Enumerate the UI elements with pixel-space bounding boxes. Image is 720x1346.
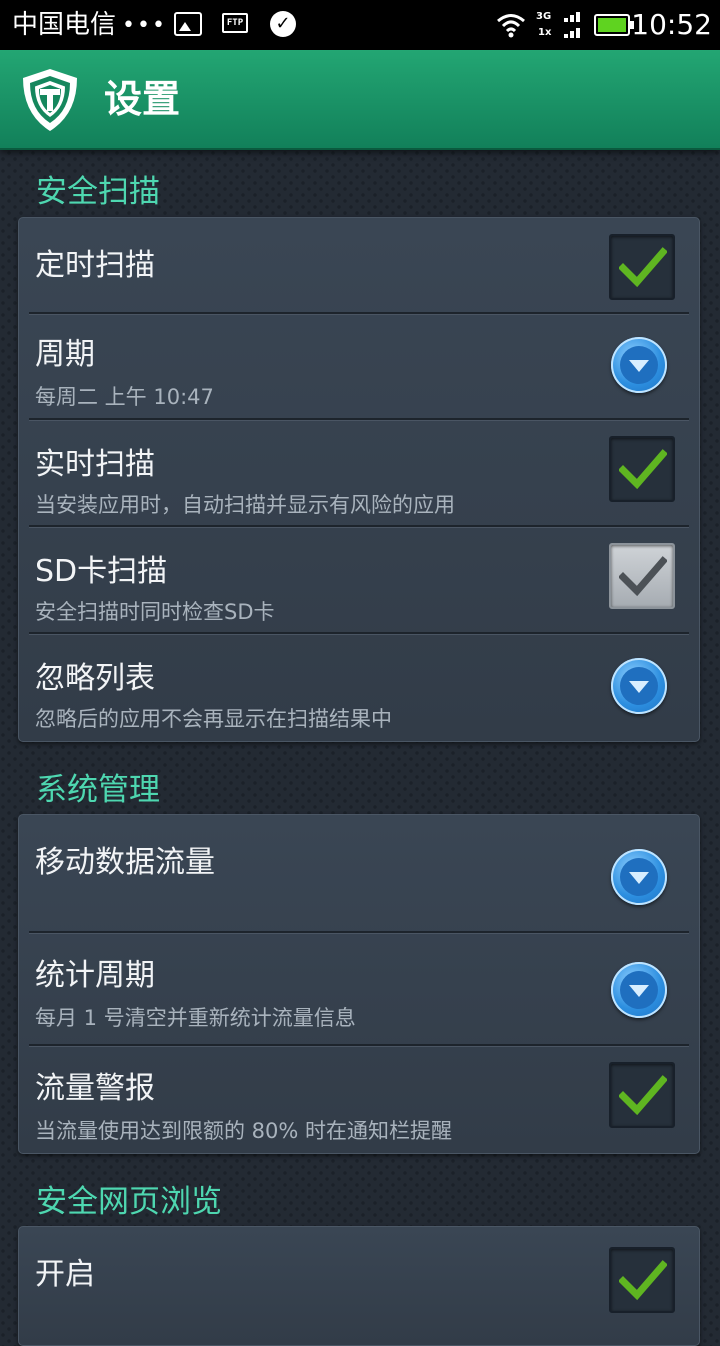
shield-icon[interactable] — [18, 66, 82, 134]
battery-icon — [594, 14, 634, 36]
setting-row-traffic-alert[interactable]: 流量警报 当流量使用达到限额的 80% 时在通知栏提醒 — [19, 1047, 699, 1153]
setting-row-ignore-list[interactable]: 忽略列表 忽略后的应用不会再显示在扫描结果中 — [19, 635, 699, 741]
setting-row-sd-card-scan[interactable]: SD卡扫描 安全扫描时同时检查SD卡 — [19, 528, 699, 634]
ignore-list-dropdown-icon[interactable] — [611, 658, 667, 714]
setting-title: 定时扫描 — [35, 248, 155, 283]
setting-title: 开启 — [35, 1257, 95, 1292]
settings-card-system-management: 移动数据流量 统计周期 每月 1 号清空并重新统计流量信息 流量警报 当流量使用… — [18, 814, 700, 1154]
scheduled-scan-checkbox[interactable] — [609, 234, 675, 300]
status-bar: 中国电信 ••• FTP ✓ 3G 1x 10:52 — [0, 0, 720, 50]
more-notifications-icon: ••• — [122, 13, 167, 38]
stat-period-dropdown-icon[interactable] — [611, 962, 667, 1018]
checkmark-icon — [619, 247, 667, 288]
signal-icon: 3G 1x — [536, 10, 586, 42]
checkmark-icon — [619, 556, 667, 597]
setting-subtitle: 每月 1 号清空并重新统计流量信息 — [35, 1006, 356, 1030]
setting-title: 实时扫描 — [35, 447, 155, 482]
checkmark-icon — [619, 449, 667, 490]
period-dropdown-icon[interactable] — [611, 337, 667, 393]
image-icon — [174, 12, 202, 36]
checkmark-icon — [619, 1075, 667, 1116]
checkmark-icon — [619, 1260, 667, 1301]
setting-row-realtime-scan[interactable]: 实时扫描 当安装应用时，自动扫描并显示有风险的应用 — [19, 421, 699, 527]
carrier-label: 中国电信 — [12, 10, 117, 40]
setting-subtitle: 当安装应用时，自动扫描并显示有风险的应用 — [35, 493, 455, 517]
setting-title: 忽略列表 — [35, 661, 155, 696]
setting-title: 统计周期 — [35, 958, 155, 993]
setting-title: 流量警报 — [35, 1071, 155, 1106]
wifi-icon — [497, 14, 525, 38]
setting-row-stat-period[interactable]: 统计周期 每月 1 号清空并重新统计流量信息 — [19, 934, 699, 1044]
setting-subtitle: 忽略后的应用不会再显示在扫描结果中 — [35, 707, 392, 731]
setting-row-mobile-data[interactable]: 移动数据流量 — [19, 815, 699, 931]
settings-card-security-scan: 定时扫描 周期 每周二 上午 10:47 实时扫描 当安装应用时，自动扫描并显示… — [18, 217, 700, 742]
sd-card-scan-checkbox[interactable] — [609, 543, 675, 609]
setting-subtitle: 每周二 上午 10:47 — [35, 385, 214, 409]
setting-subtitle: 安全扫描时同时检查SD卡 — [35, 600, 275, 624]
mobile-data-dropdown-icon[interactable] — [611, 849, 667, 905]
clock: 10:52 — [631, 8, 712, 41]
app-bar: 设置 — [0, 50, 720, 150]
setting-subtitle: 当流量使用达到限额的 80% 时在通知栏提醒 — [35, 1119, 453, 1143]
ftp-icon: FTP — [222, 13, 248, 33]
setting-title: SD卡扫描 — [35, 554, 168, 589]
page-title: 设置 — [104, 77, 181, 121]
network-type-top: 3G — [536, 11, 552, 22]
traffic-alert-checkbox[interactable] — [609, 1062, 675, 1128]
realtime-scan-checkbox[interactable] — [609, 436, 675, 502]
network-type-bottom: 1x — [538, 27, 552, 38]
settings-card-safe-browsing: 开启 — [18, 1226, 700, 1346]
setting-row-enable-safe-browsing[interactable]: 开启 — [19, 1227, 699, 1327]
section-title-system-management: 系统管理 — [36, 772, 160, 808]
safe-browsing-checkbox[interactable] — [609, 1247, 675, 1313]
section-title-safe-browsing: 安全网页浏览 — [36, 1184, 222, 1220]
check-circle-icon: ✓ — [270, 11, 296, 37]
setting-row-period[interactable]: 周期 每周二 上午 10:47 — [19, 315, 699, 421]
setting-title: 移动数据流量 — [35, 845, 215, 880]
setting-row-scheduled-scan[interactable]: 定时扫描 — [19, 218, 699, 314]
setting-title: 周期 — [35, 337, 95, 372]
section-title-security-scan: 安全扫描 — [36, 174, 160, 210]
